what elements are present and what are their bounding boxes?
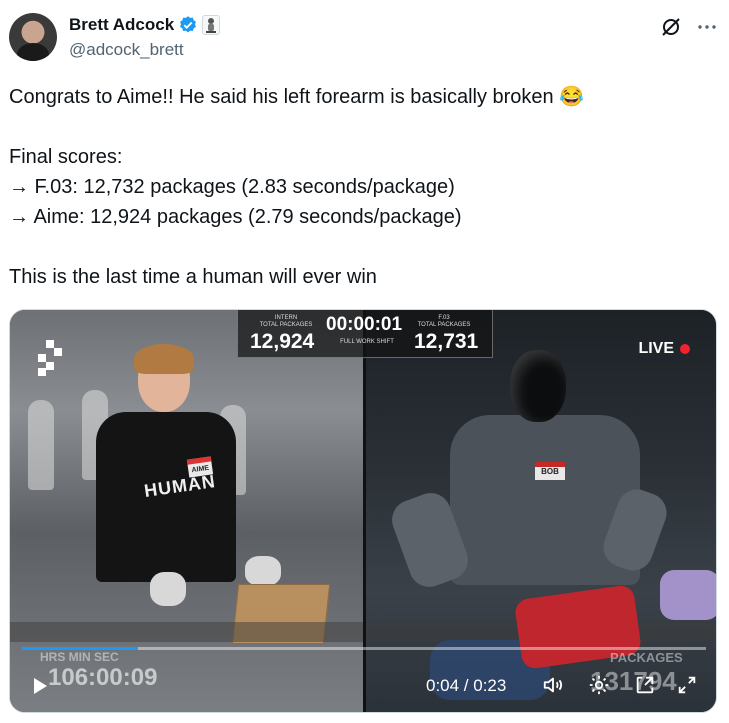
tweet-line: Final scores: (9, 146, 123, 168)
scoreboard-timer-label: FULL WORK SHIFT (340, 339, 394, 345)
overlay-right-label: PACKAGES (610, 650, 683, 665)
picture-in-picture-icon[interactable] (634, 674, 656, 696)
tweet-line-blank (9, 112, 709, 142)
scoreboard-left-label: INTERN TOTAL PACKAGES (259, 315, 313, 328)
aime-tag-text: AIME (191, 464, 210, 475)
avatar[interactable] (9, 13, 57, 61)
live-dot-icon (680, 344, 690, 354)
video-player[interactable]: HUMAN AIME BOB INTERN TOTAL PACKAGES 12,… (9, 309, 717, 713)
bob-name-tag: BOB (535, 462, 565, 480)
volume-icon[interactable] (542, 674, 564, 696)
glove (245, 556, 281, 586)
play-icon[interactable] (30, 676, 50, 696)
tweet-line: Congrats to Aime!! He said his left fore… (9, 86, 585, 108)
tweet-line-blank (9, 232, 709, 262)
scoreboard: INTERN TOTAL PACKAGES 12,924 00:00:01 FU… (237, 310, 493, 358)
author-handle[interactable]: @adcock_brett (69, 40, 184, 60)
affiliation-badge-icon[interactable] (202, 15, 221, 35)
figure-logo-icon (38, 340, 62, 376)
background-robot (28, 400, 54, 490)
scoreboard-right-label: F.03 TOTAL PACKAGES (417, 315, 471, 328)
grok-icon[interactable] (659, 15, 683, 39)
tweet-line: This is the last time a human will ever … (9, 266, 377, 288)
video-time-display: 0:04 / 0:23 (426, 676, 507, 695)
tweet-text: Congrats to Aime!! He said his left fore… (9, 82, 709, 292)
tweet-header: Brett Adcock @adcock_brett (9, 9, 720, 65)
author-display-name[interactable]: Brett Adcock (69, 15, 174, 35)
package-bag (660, 570, 716, 620)
scoreboard-timer: 00:00:01 (326, 314, 403, 335)
fullscreen-icon[interactable] (676, 674, 698, 696)
tweet-line: → F.03: 12,732 packages (2.83 seconds/pa… (9, 176, 455, 198)
live-indicator: LIVE (638, 340, 690, 358)
video-progress-bar[interactable] (22, 647, 706, 650)
split-divider (363, 310, 366, 712)
more-icon[interactable] (695, 15, 719, 39)
human-hair (134, 344, 194, 374)
robot-head (510, 350, 566, 422)
video-progress-fill (22, 647, 139, 650)
settings-icon[interactable] (588, 674, 610, 696)
overlay-left-label: HRS MIN SEC (40, 650, 119, 664)
overlay-left-value: 106:00:09 (48, 664, 158, 691)
verified-badge-icon (180, 16, 197, 33)
live-label: LIVE (638, 340, 674, 357)
tweet-line: → Aime: 12,924 packages (2.79 seconds/pa… (9, 206, 462, 228)
scoreboard-left-value: 12,924 (250, 330, 315, 353)
glove (150, 572, 186, 606)
bob-tag-text: BOB (541, 467, 559, 476)
name-row: Brett Adcock (69, 15, 221, 35)
aime-name-tag: AIME (186, 456, 214, 478)
scoreboard-right-value: 12,731 (414, 330, 479, 353)
